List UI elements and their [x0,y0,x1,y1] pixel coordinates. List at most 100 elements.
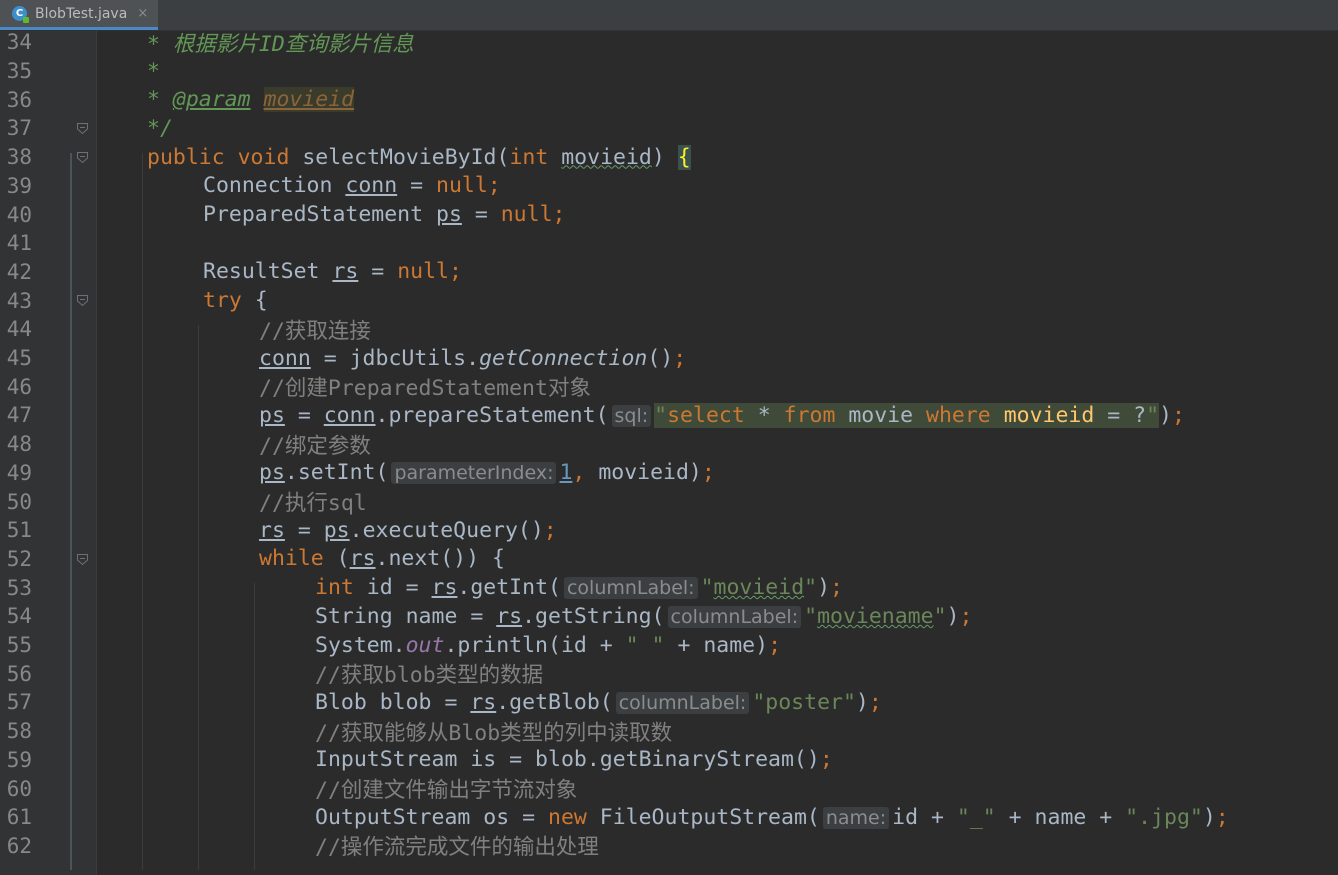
code-token: */ [147,115,173,141]
line-number: 45 [6,346,32,371]
code-token: rs [349,546,376,572]
code-text[interactable]: conn = jdbcUtils.getConnection(); [259,346,686,371]
close-icon[interactable]: × [137,6,148,21]
code-text[interactable]: * [147,59,160,84]
code-text[interactable]: rs = ps.executeQuery(); [259,518,557,543]
code-line: 55 System.out.println(id + " " + name); [0,631,1338,660]
code-text[interactable]: OutputStream os = new FileOutputStream(n… [315,805,1229,830]
code-text[interactable]: System.out.println(id + " " + name); [315,633,781,658]
code-editor[interactable]: 34 * 根据影片ID查询影片信息 35 * 36 * @param movieid 37 *… [0,31,1338,875]
line-number: 57 [6,690,32,715]
code-token: = [284,517,324,543]
code-token: ResultSet [203,259,333,285]
code-text[interactable]: public void selectMovieById(int movieid)… [147,144,691,170]
code-token: * 根据影片ID查询影片信息 [147,31,414,57]
code-text[interactable]: PreparedStatement ps = null; [203,202,565,227]
code-token: " [700,575,714,601]
tab-blobtest-java[interactable]: C BlobTest.java × [0,0,158,30]
line-number: 50 [6,489,32,514]
code-token: conn [345,173,398,199]
code-text[interactable]: //获取能够从Blob类型的列中读取数 [315,716,672,747]
code-token: int [315,575,367,601]
line-number: 55 [6,633,32,658]
code-token: = jdbcUtils. [310,345,480,371]
code-token: { [254,288,268,314]
code-token: PreparedStatement [203,202,436,228]
code-token: Blob blob = [315,689,471,715]
code-line: 51 rs = ps.executeQuery(); [0,516,1338,545]
line-number: 44 [6,317,32,342]
code-token: , [572,460,599,486]
fold-marker-icon[interactable] [76,151,89,164]
code-text[interactable]: //获取blob类型的数据 [315,658,543,689]
code-line: 38 public void selectMovieById(int moviei… [0,143,1338,172]
code-line: 46 //创建PreparedStatement对象 [0,371,1338,402]
code-text[interactable]: int id = rs.getInt(columnLabel: "movieid"… [315,575,843,600]
code-token: "poster" [752,689,856,715]
code-text[interactable]: */ [147,116,173,141]
parameter-hint: columnLabel: [667,605,802,628]
code-token: .next()) { [375,546,505,572]
code-token: 1 [559,460,573,486]
code-text[interactable]: * 根据影片ID查询影片信息 [147,31,414,58]
code-token: " [933,603,947,629]
code-text[interactable]: while (rs.next()) { [259,546,505,571]
parameter-hint: columnLabel: [615,691,750,714]
code-token: getConnection [479,345,648,371]
code-text[interactable]: //创建文件输出字节流对象 [315,773,577,804]
line-number: 43 [6,288,32,313]
code-token: try [203,288,255,314]
code-line: 56 //获取blob类型的数据 [0,658,1338,689]
code-text[interactable]: try { [203,288,268,313]
code-token: ps [323,517,350,543]
code-text[interactable]: //绑定参数 [259,429,371,460]
code-token: void [237,144,303,170]
code-token [990,402,1004,428]
code-token: null [397,259,449,285]
code-token: selectMovieById( [302,144,510,170]
code-token: ".jpg" [1125,804,1203,830]
code-text[interactable]: InputStream is = blob.getBinaryStream(); [315,747,833,772]
code-text[interactable]: //创建PreparedStatement对象 [259,371,591,402]
code-token: while [259,546,337,572]
code-token: InputStream is = blob.getBinaryStream() [315,747,820,773]
code-token: .executeQuery() [349,517,544,543]
code-text[interactable]: //执行sql [259,486,367,517]
code-token: conn [259,345,311,371]
line-number: 38 [6,145,32,170]
code-text[interactable]: Connection conn = null; [203,173,501,198]
fold-marker-icon[interactable] [76,294,89,307]
code-line: 62 //操作流完成文件的输出处理 [0,832,1338,861]
code-text[interactable]: //获取连接 [259,314,371,345]
code-token: = ? [1094,402,1147,428]
fold-marker-icon[interactable] [76,553,89,566]
fold-marker-icon[interactable] [76,122,89,135]
code-text[interactable]: * @param movieid [147,87,355,113]
code-token: " [804,603,818,629]
code-line: 34 * 根据影片ID查询影片信息 [0,31,1338,57]
code-token: id + [892,804,957,830]
code-token: rs [470,689,497,715]
code-token: .getString( [522,603,665,629]
code-token: .prepareStatement( [375,402,609,428]
code-token: { [677,144,691,170]
code-text[interactable]: ps = conn.prepareStatement(sql: "select *… [259,402,1185,428]
line-number: 46 [6,374,32,399]
code-text[interactable]: ResultSet rs = null; [203,259,462,284]
code-token: + name + [995,804,1126,830]
code-token: movieid [561,144,652,170]
parameter-hint: name: [822,806,890,829]
code-text[interactable]: String name = rs.getString(columnLabel: "… [315,604,972,629]
code-text[interactable]: ps.setInt(parameterIndex: 1, movieid); [259,460,715,485]
code-token: " [804,575,818,601]
line-number: 41 [6,231,32,256]
code-token: out [405,632,445,658]
code-text[interactable]: Blob blob = rs.getBlob(columnLabel: "post… [315,690,882,715]
code-text[interactable]: //操作流完成文件的输出处理 [315,830,599,861]
code-line: 57 Blob blob = rs.getBlob(columnLabel: "po… [0,688,1338,717]
code-token: ) [1202,804,1216,830]
code-token: //获取能够从Blob类型的列中读取数 [315,720,673,746]
code-token: ; [543,517,557,543]
code-token: ) [651,144,678,170]
